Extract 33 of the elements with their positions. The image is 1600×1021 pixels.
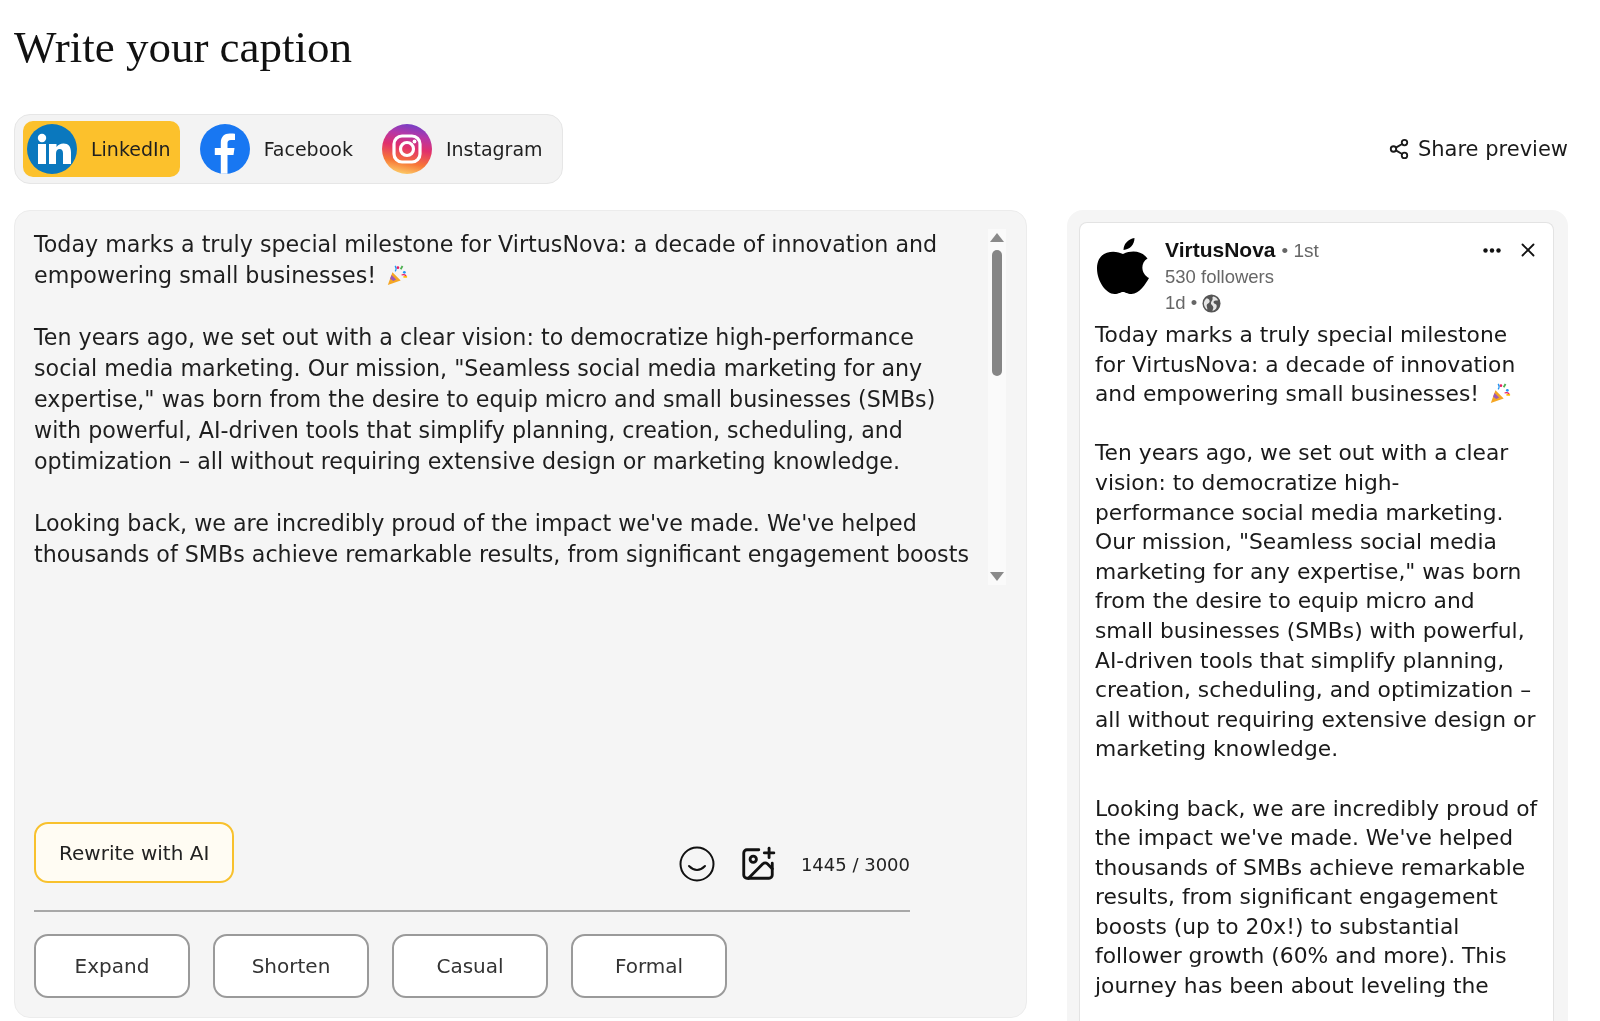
share-preview-button[interactable]: Share preview xyxy=(1387,133,1568,165)
smiley-icon[interactable] xyxy=(678,846,715,882)
post-paragraph: Today marks a truly special milestone for VirtusNova: a decade of innovation and empowering small businesses! xyxy=(1095,322,1516,407)
globe-icon xyxy=(1202,293,1222,313)
facebook-logo-icon xyxy=(199,124,250,174)
rewrite-with-ai-button[interactable]: Rewrite with AI xyxy=(34,822,235,883)
tone-button[interactable]: Formal xyxy=(571,934,727,998)
caption-paragraph: Ten years ago, we set out with a clear vision: to democratize high-performance social media marketing. Our mission, "Seamless social media marketing for any expertise," was born from the desire to equip micro and small businesses (SMBs) with powerful, AI-driven tools that simplify planning, creation, scheduling, and optimization – all without requiring extensive design or marketing knowledge. xyxy=(34,324,936,474)
apple-icon xyxy=(1095,237,1151,295)
post-paragraph: Looking back, we are incredibly proud of the impact we've made. We've helped thousands of SMBs achieve remarkable results, from significant engagement boosts (up to 20x!) to substantial follower growth (60% and more). This journey has been about leveling the xyxy=(1095,795,1538,999)
caption-paragraph: Looking back, we are incredibly proud of the impact we've made. We've helped thousands of SMBs achieve remarkable results, from significant engagement boosts xyxy=(34,510,969,567)
platform-tab[interactable]: Facebook xyxy=(195,121,362,177)
tone-button[interactable]: Shorten xyxy=(213,934,369,998)
page-title: Write your caption xyxy=(14,21,353,74)
more-icon[interactable] xyxy=(1483,247,1501,253)
character-count: 1445 / 3000 xyxy=(800,853,910,875)
connection-degree: • 1st xyxy=(1281,239,1319,263)
share-icon xyxy=(1387,138,1410,160)
caption-paragraph: Today marks a truly special milestone for VirtusNova: a decade of innovation and empowering small businesses! xyxy=(34,231,938,288)
tone-button[interactable]: Expand xyxy=(34,934,190,998)
post-time: 1d • xyxy=(1165,292,1198,314)
platform-tab[interactable]: Instagram xyxy=(377,121,552,177)
follower-count: 530 followers xyxy=(1165,265,1275,289)
platform-tab[interactable]: LinkedIn xyxy=(23,121,180,177)
tone-button[interactable]: Casual xyxy=(392,934,548,998)
scroll-thumb[interactable] xyxy=(992,250,1002,376)
author-name: VirtusNova xyxy=(1165,237,1276,263)
caption-text-field[interactable] xyxy=(34,229,1006,585)
scroll-up-arrow-icon[interactable] xyxy=(990,233,1004,242)
scroll-down-arrow-icon[interactable] xyxy=(990,572,1004,581)
instagram-logo-icon xyxy=(381,124,432,174)
linkedin-logo-icon xyxy=(27,124,77,174)
post-paragraph: Ten years ago, we set out with a clear vision: to democratize high-performance social media marketing. Our mission, "Seamless social media marketing for any expertise," was born from the desire to equip micro and small businesses (SMBs) with powerful, AI-driven tools that simplify planning, creation, scheduling, and optimization – all without requiring extensive design or marketing knowledge. xyxy=(1095,440,1536,762)
